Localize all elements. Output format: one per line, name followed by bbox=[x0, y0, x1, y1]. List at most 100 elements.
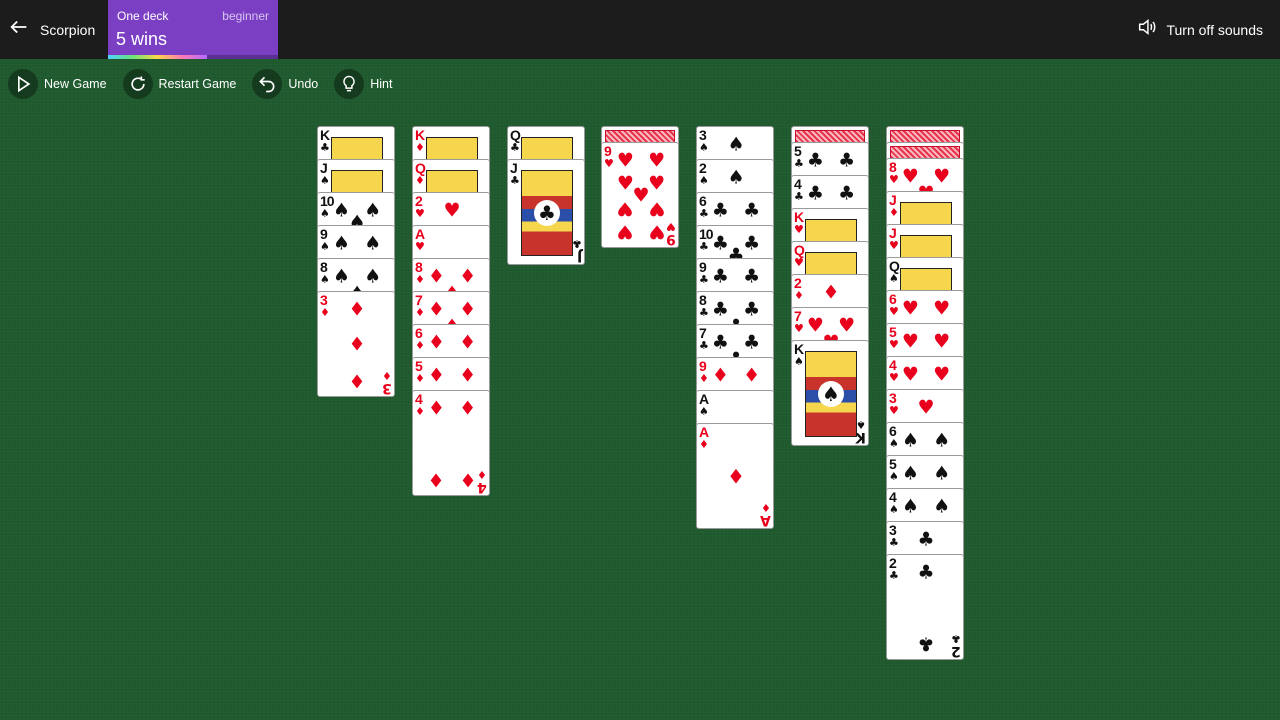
club-icon: ♣ bbox=[917, 561, 935, 584]
heart-icon: ♥ bbox=[632, 184, 650, 207]
club-icon: ♣ bbox=[320, 141, 330, 154]
card-rank: 2 bbox=[889, 555, 897, 571]
card-rank: 10 bbox=[320, 193, 335, 209]
card-3-of-diamonds[interactable]: 3 ♦ 3 ♦ ♦ ♦ ♦ bbox=[317, 291, 395, 397]
club-icon: ♣ bbox=[838, 149, 856, 172]
sound-toggle-label: Turn off sounds bbox=[1166, 21, 1263, 38]
club-icon: ♣ bbox=[699, 339, 709, 352]
card-a-of-diamonds[interactable]: A ♦ A ♦ ♦ bbox=[696, 423, 774, 529]
diamond-icon: ♦ bbox=[382, 369, 392, 382]
spade-icon: ♠ bbox=[699, 141, 709, 154]
card-rank: 7 bbox=[794, 308, 802, 324]
sound-toggle-button[interactable]: Turn off sounds bbox=[1136, 0, 1263, 59]
card-rank: 5 bbox=[415, 358, 423, 374]
spade-icon: ♠ bbox=[933, 429, 951, 452]
club-icon: ♣ bbox=[699, 240, 709, 253]
heart-icon: ♥ bbox=[933, 363, 951, 386]
card-9-of-hearts[interactable]: 9 ♥ 9 ♥ ♥ ♥ ♥ ♥ ♥ ♥ ♥ ♥ ♥ bbox=[601, 142, 679, 248]
club-icon: ♣ bbox=[534, 200, 560, 226]
top-bar: Scorpion One deck beginner 5 wins Turn o… bbox=[0, 0, 1280, 59]
club-icon: ♣ bbox=[711, 232, 729, 255]
heart-icon: ♥ bbox=[889, 173, 899, 186]
spade-icon: ♠ bbox=[933, 462, 951, 485]
heart-icon: ♥ bbox=[616, 220, 634, 243]
card-2-of-clubs[interactable]: 2 ♣ 2 ♣ ♣ ♣ bbox=[886, 554, 964, 660]
card-rank-bottom: 9 bbox=[666, 231, 676, 247]
heart-icon: ♥ bbox=[901, 297, 919, 320]
card-rank-bottom: 2 bbox=[951, 643, 961, 659]
card-j-of-clubs[interactable]: J ♣ J ♣ ♣ bbox=[507, 159, 585, 265]
heart-icon: ♥ bbox=[933, 165, 951, 188]
diamond-icon: ♦ bbox=[415, 339, 425, 352]
heart-icon: ♥ bbox=[648, 220, 666, 243]
heart-icon: ♥ bbox=[838, 314, 856, 337]
court-figure: ♠ bbox=[805, 351, 857, 437]
restart-icon bbox=[122, 69, 153, 99]
card-rank: 4 bbox=[794, 176, 802, 192]
card-rank: 9 bbox=[604, 143, 612, 159]
card-4-of-diamonds[interactable]: 4 ♦ 4 ♦ ♦ ♦ ♦ ♦ bbox=[412, 390, 490, 496]
card-k-of-spades[interactable]: K ♠ K ♠ ♠ bbox=[791, 340, 869, 446]
heart-icon: ♥ bbox=[443, 199, 461, 222]
club-icon: ♣ bbox=[711, 265, 729, 288]
diamond-icon: ♦ bbox=[348, 333, 366, 356]
heart-icon: ♥ bbox=[648, 149, 666, 172]
heart-icon: ♥ bbox=[889, 404, 899, 417]
new-game-button[interactable]: New Game bbox=[8, 68, 107, 100]
club-icon: ♣ bbox=[917, 632, 935, 655]
spade-icon: ♠ bbox=[332, 199, 350, 222]
card-rank: J bbox=[889, 225, 897, 241]
card-rank: 6 bbox=[415, 325, 423, 341]
spade-icon: ♠ bbox=[933, 495, 951, 518]
card-rank: Q bbox=[510, 127, 521, 143]
heart-icon: ♥ bbox=[901, 330, 919, 353]
diamond-icon: ♦ bbox=[459, 364, 477, 387]
spade-icon: ♠ bbox=[856, 418, 866, 431]
undo-button[interactable]: Undo bbox=[252, 68, 318, 100]
card-rank: A bbox=[415, 226, 425, 242]
spade-icon: ♠ bbox=[699, 174, 709, 187]
diamond-icon: ♦ bbox=[320, 306, 330, 319]
lightbulb-icon bbox=[334, 69, 365, 99]
card-rank: 9 bbox=[320, 226, 328, 242]
card-rank: 6 bbox=[889, 291, 897, 307]
diamond-icon: ♦ bbox=[415, 141, 425, 154]
diamond-icon: ♦ bbox=[743, 364, 761, 387]
card-rank: 6 bbox=[699, 193, 707, 209]
heart-icon: ♥ bbox=[889, 338, 899, 351]
spade-icon: ♠ bbox=[794, 355, 804, 368]
hint-button[interactable]: Hint bbox=[334, 68, 392, 100]
diamond-icon: ♦ bbox=[699, 372, 709, 385]
club-icon: ♣ bbox=[711, 298, 729, 321]
stats-badge[interactable]: One deck beginner 5 wins bbox=[108, 0, 278, 59]
card-rank: J bbox=[889, 192, 897, 208]
club-icon: ♣ bbox=[711, 199, 729, 222]
card-rank: 3 bbox=[889, 522, 897, 538]
heart-icon: ♥ bbox=[889, 305, 899, 318]
spade-icon: ♠ bbox=[889, 437, 899, 450]
restart-game-button[interactable]: Restart Game bbox=[122, 68, 236, 100]
card-rank: 5 bbox=[889, 456, 897, 472]
diamond-icon: ♦ bbox=[822, 281, 840, 304]
heart-icon: ♥ bbox=[806, 314, 824, 337]
heart-icon: ♥ bbox=[415, 240, 425, 253]
card-rank: 2 bbox=[415, 193, 423, 209]
diamond-icon: ♦ bbox=[459, 468, 477, 491]
diamond-icon: ♦ bbox=[415, 306, 425, 319]
card-rank: 8 bbox=[320, 259, 328, 275]
card-rank: A bbox=[699, 391, 709, 407]
play-icon bbox=[8, 69, 38, 99]
club-icon: ♣ bbox=[743, 199, 761, 222]
card-rank: 4 bbox=[889, 357, 897, 373]
back-button[interactable]: Scorpion bbox=[0, 0, 108, 59]
heart-icon: ♥ bbox=[648, 172, 666, 195]
heart-icon: ♥ bbox=[794, 256, 804, 269]
spade-icon: ♠ bbox=[320, 273, 330, 286]
club-icon: ♣ bbox=[806, 182, 824, 205]
diamond-icon: ♦ bbox=[415, 174, 425, 187]
diamond-icon: ♦ bbox=[727, 464, 745, 489]
club-icon: ♣ bbox=[699, 306, 709, 319]
heart-icon: ♥ bbox=[889, 239, 899, 252]
card-rank: 9 bbox=[699, 358, 707, 374]
spade-icon: ♠ bbox=[699, 405, 709, 418]
